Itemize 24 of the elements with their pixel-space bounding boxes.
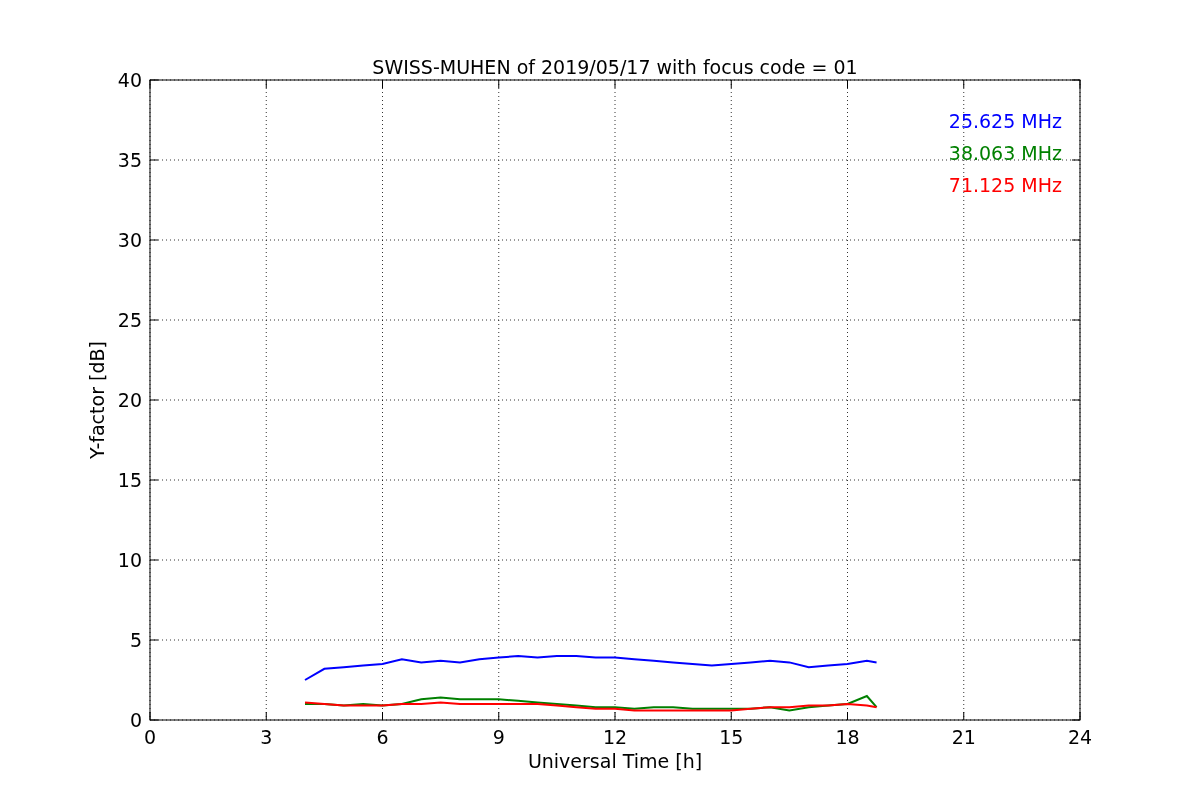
y-axis-label: Y-factor [dB]	[86, 341, 108, 459]
x-axis-label: Universal Time [h]	[527, 750, 703, 772]
y-tick-label: 15	[117, 469, 142, 491]
y-tick-label: 30	[117, 229, 142, 251]
legend-label: 71.125 MHz	[948, 174, 1062, 196]
x-tick-label: 0	[143, 726, 157, 748]
legend-label: 25.625 MHz	[948, 110, 1062, 132]
x-tick-label: 12	[602, 726, 628, 748]
chart-title: SWISS-MUHEN of 2019/05/17 with focus code = 01	[372, 56, 858, 78]
y-tick-label: 25	[117, 309, 142, 331]
x-tick-label: 18	[835, 726, 860, 748]
legend-label: 38.063 MHz	[948, 142, 1062, 164]
x-tick-label: 3	[260, 726, 273, 748]
y-tick-label: 20	[117, 389, 142, 411]
y-tick-label: 40	[117, 69, 142, 91]
x-tick-label: 6	[376, 726, 389, 748]
y-tick-label: 5	[129, 629, 142, 651]
y-tick-label: 35	[117, 149, 142, 171]
y-tick-label: 0	[129, 709, 142, 731]
x-tick-label: 24	[1067, 726, 1093, 748]
x-tick-label: 21	[951, 726, 976, 748]
y-tick-label: 10	[117, 549, 142, 571]
x-tick-label: 9	[492, 726, 505, 748]
x-tick-label: 15	[719, 726, 744, 748]
